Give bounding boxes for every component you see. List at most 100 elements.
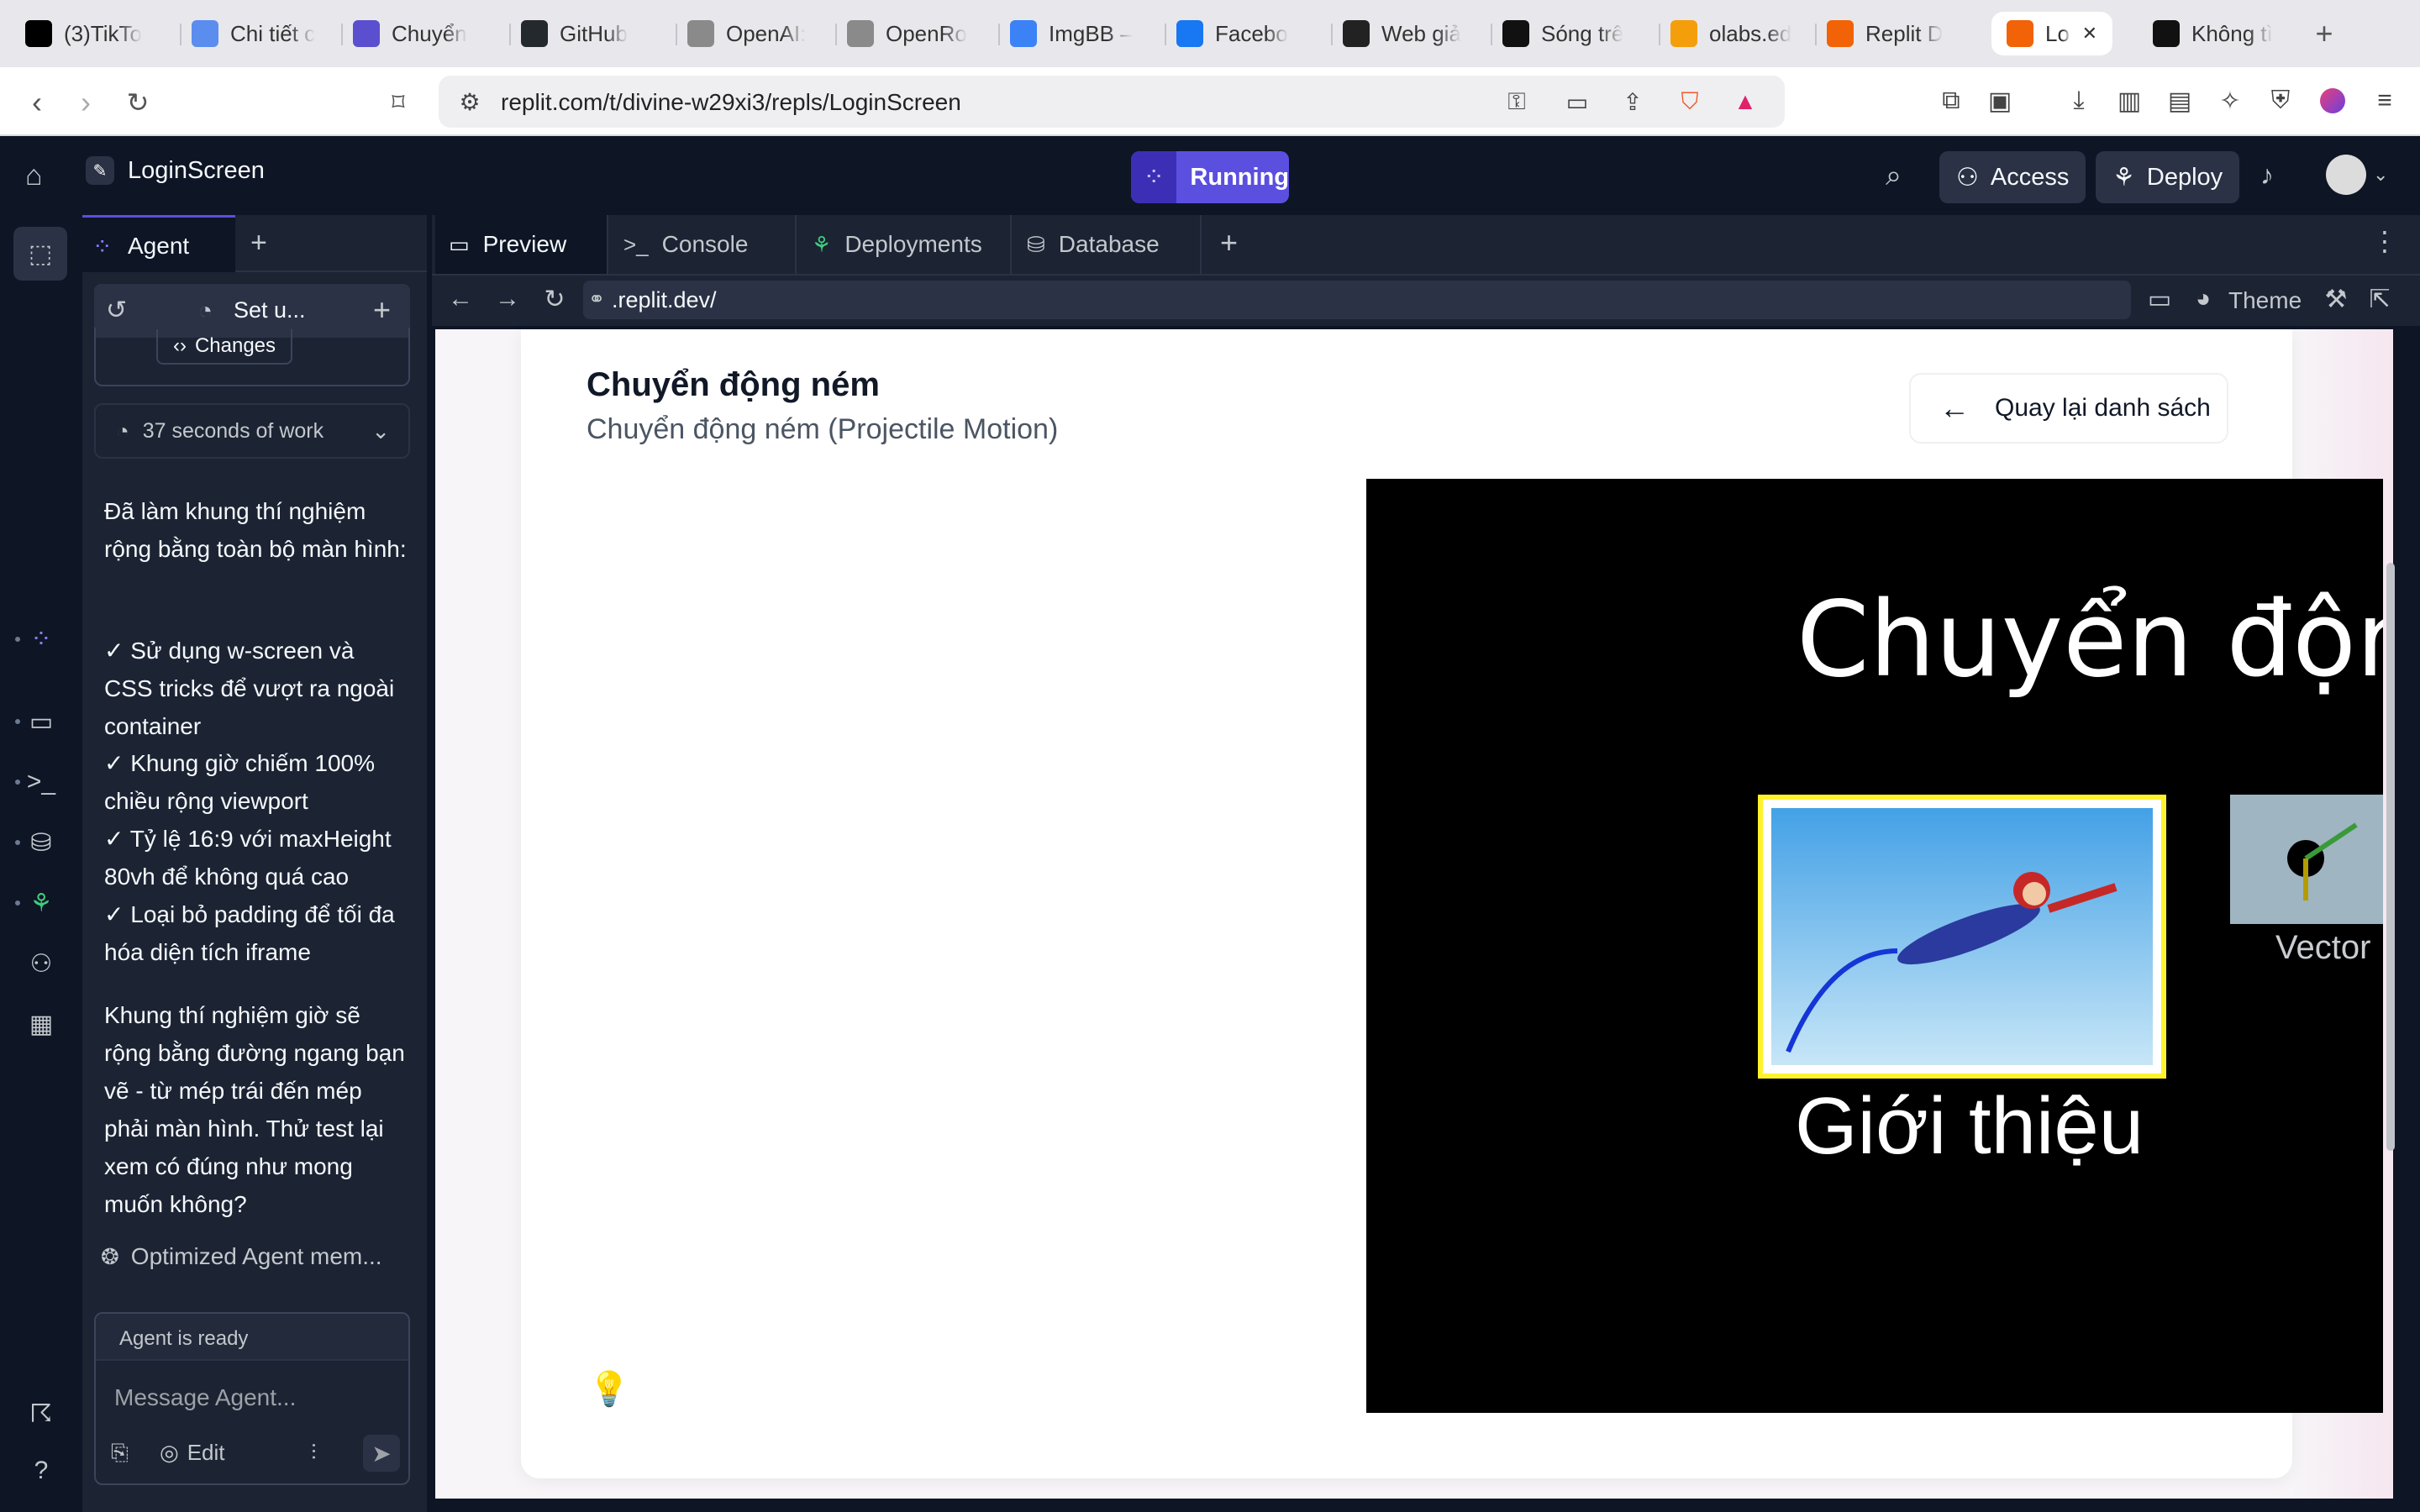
phet-icon [2153, 20, 2180, 47]
olabs-icon [1670, 20, 1697, 47]
alerts-icon[interactable]: ☈ [24, 1396, 59, 1431]
new-tab-button[interactable]: + [2302, 12, 2346, 55]
preview-url[interactable]: .replit.dev/ [612, 287, 717, 313]
wallet-icon[interactable]: ▤ [2163, 84, 2196, 118]
address-bar[interactable]: ⚙ replit.com/t/divine-w29xi3/repls/Login… [439, 76, 1785, 128]
preview-reload-icon[interactable]: ↻ [538, 282, 571, 316]
tab-console[interactable]: >_ Console [610, 215, 797, 274]
sidebar-icon[interactable]: ▥ [2112, 84, 2146, 118]
back-to-list-button[interactable]: ← Quay lại danh sách [1909, 373, 2228, 444]
browser-tab[interactable]: Sóng trê [1502, 12, 1645, 55]
project-title[interactable]: ✎ LoginScreen [86, 156, 265, 185]
browser-back-icon[interactable]: ‹ [18, 84, 55, 121]
browser-tab[interactable]: Không tì [2153, 12, 2279, 55]
preview-scrollbar[interactable] [2386, 563, 2395, 1151]
cast-icon[interactable]: ▭ [1563, 87, 1591, 116]
download-icon[interactable]: ⤓ [2062, 84, 2096, 118]
brave-shield-icon[interactable]: ⛉ [1676, 87, 1704, 116]
notifications-icon[interactable]: ♪ [2260, 160, 2274, 191]
brave-rewards-icon[interactable]: ▲ [1731, 87, 1760, 116]
lightbulb-icon[interactable]: 💡 [588, 1369, 630, 1409]
project-icon: ✎ [86, 156, 114, 185]
browser-reload-icon[interactable]: ↻ [119, 84, 156, 121]
changes-button[interactable]: ‹› Changes [156, 329, 292, 365]
tab-database[interactable]: ⛁ Database [1013, 215, 1202, 274]
more-options-icon[interactable]: ⋮ [2371, 225, 2398, 257]
site-settings-icon[interactable]: ⚙ [455, 87, 484, 116]
leo-ai-icon[interactable]: ✧ [2213, 84, 2247, 118]
browser-tab[interactable]: olabs.ed [1670, 12, 1805, 55]
address-bar-url[interactable]: replit.com/t/divine-w29xi3/repls/LoginSc… [501, 89, 961, 116]
browser-tab[interactable]: GitHub [521, 12, 664, 55]
browser-tab[interactable]: Chi tiết c [192, 12, 334, 55]
deploy-button[interactable]: ⚘ Deploy [2096, 151, 2240, 203]
simulation-iframe[interactable]: Chuyển động Giới thiệu Vector [1366, 479, 2383, 1413]
browser-tab[interactable]: (3)TikTo [25, 12, 168, 55]
browser-forward-icon[interactable]: › [67, 84, 104, 121]
close-tab-icon[interactable]: ✕ [2082, 23, 2097, 45]
new-agent-tab-icon[interactable]: + [250, 227, 267, 260]
profile-icon[interactable] [2316, 84, 2349, 118]
bookmark-icon[interactable]: ⌑ [380, 84, 417, 121]
browser-tab-label: Facebo [1215, 20, 1288, 46]
settings-sliders-icon[interactable]: ⫶ [311, 1440, 317, 1467]
tab-deployments[interactable]: ⚘ Deployments [798, 215, 1012, 274]
users-icon[interactable]: ⚇ [24, 946, 59, 981]
run-button[interactable]: ⁘ Running [1131, 151, 1289, 203]
preview-icon[interactable]: ▭ [24, 704, 59, 739]
browser-tab[interactable]: Logi ✕ [1991, 12, 2112, 55]
preview-url-bar[interactable]: ⚭ .replit.dev/ [583, 281, 2131, 319]
key-icon[interactable]: ⚿ [1502, 87, 1531, 116]
add-tab-icon[interactable]: + [1220, 225, 1238, 260]
database-icon[interactable]: ⛁ [24, 825, 59, 860]
preview-forward-icon[interactable]: → [491, 282, 524, 316]
access-button[interactable]: ⚇ Access [1939, 151, 2086, 203]
browser-tab[interactable]: ImgBB – [1010, 12, 1153, 55]
palette-icon[interactable]: ◕ [2186, 282, 2220, 316]
edit-mode-button[interactable]: ◎ Edit [160, 1440, 225, 1466]
session-title[interactable]: Set u... [234, 297, 306, 323]
preview-back-icon[interactable]: ← [444, 282, 477, 316]
send-icon[interactable]: ➤ [363, 1435, 400, 1472]
tab-preview[interactable]: ▭ Preview [435, 215, 608, 274]
gauge-icon: ◔ [116, 417, 129, 444]
menu-icon[interactable]: ≡ [2368, 84, 2402, 118]
home-icon[interactable]: ⌂ [25, 160, 43, 192]
vector-tile[interactable] [2230, 795, 2383, 924]
edit-label: Edit [187, 1440, 225, 1465]
help-icon[interactable]: ? [24, 1453, 59, 1488]
devices-icon[interactable]: ▭ [2143, 282, 2176, 316]
vpn-icon[interactable]: ⛨ [2264, 84, 2297, 118]
user-menu[interactable]: ⌄ [2326, 155, 2388, 195]
browser-tab[interactable]: Web giả [1343, 12, 1486, 55]
open-new-tab-icon[interactable]: ⇱ [2363, 282, 2396, 316]
optimized-memory-notice[interactable]: ❂ Optimized Agent mem... [101, 1243, 382, 1270]
agent-icon[interactable]: ⁘ [24, 622, 59, 657]
all-tools-icon[interactable]: ▦ [24, 1006, 59, 1042]
intro-tile[interactable] [1758, 795, 2166, 1079]
history-icon[interactable]: ↺ [106, 296, 127, 325]
browser-tab[interactable]: Facebo [1176, 12, 1319, 55]
theme-button[interactable]: Theme [2228, 287, 2302, 314]
work-summary[interactable]: ◔ 37 seconds of work ⌄ [94, 403, 410, 459]
browser-tab[interactable]: OpenRo [847, 12, 990, 55]
files-toggle-icon[interactable]: ⬚ [13, 227, 67, 281]
imgbb-icon [1010, 20, 1037, 47]
agent-message-bullet: ✓ Sử dụng w-screen và CSS tricks để vượt… [104, 638, 395, 739]
agent-message-intro: Đã làm khung thí nghiệm rộng bằng toàn b… [104, 498, 407, 562]
extensions-icon[interactable]: ⧉ [1934, 84, 1968, 118]
tab-agent[interactable]: ⁘ Agent [82, 215, 235, 272]
deployments-icon[interactable]: ⚘ [24, 885, 59, 921]
search-icon[interactable]: ⌕ [1886, 160, 1902, 192]
browser-tab[interactable]: Chuyển [353, 12, 496, 55]
devtools-icon[interactable]: ⚒ [2319, 282, 2353, 316]
browser-tab[interactable]: OpenAI: [687, 12, 822, 55]
attach-icon[interactable]: ⎘ [111, 1440, 129, 1467]
tab-separator [998, 24, 1000, 45]
browser-tab[interactable]: Replit D [1827, 12, 1970, 55]
reader-icon[interactable]: ▣ [1983, 84, 2017, 118]
new-session-icon[interactable]: + [373, 292, 391, 328]
share-icon[interactable]: ⇪ [1618, 87, 1647, 116]
console-icon[interactable]: >_ [24, 764, 59, 800]
message-input[interactable]: Message Agent... [114, 1384, 296, 1411]
